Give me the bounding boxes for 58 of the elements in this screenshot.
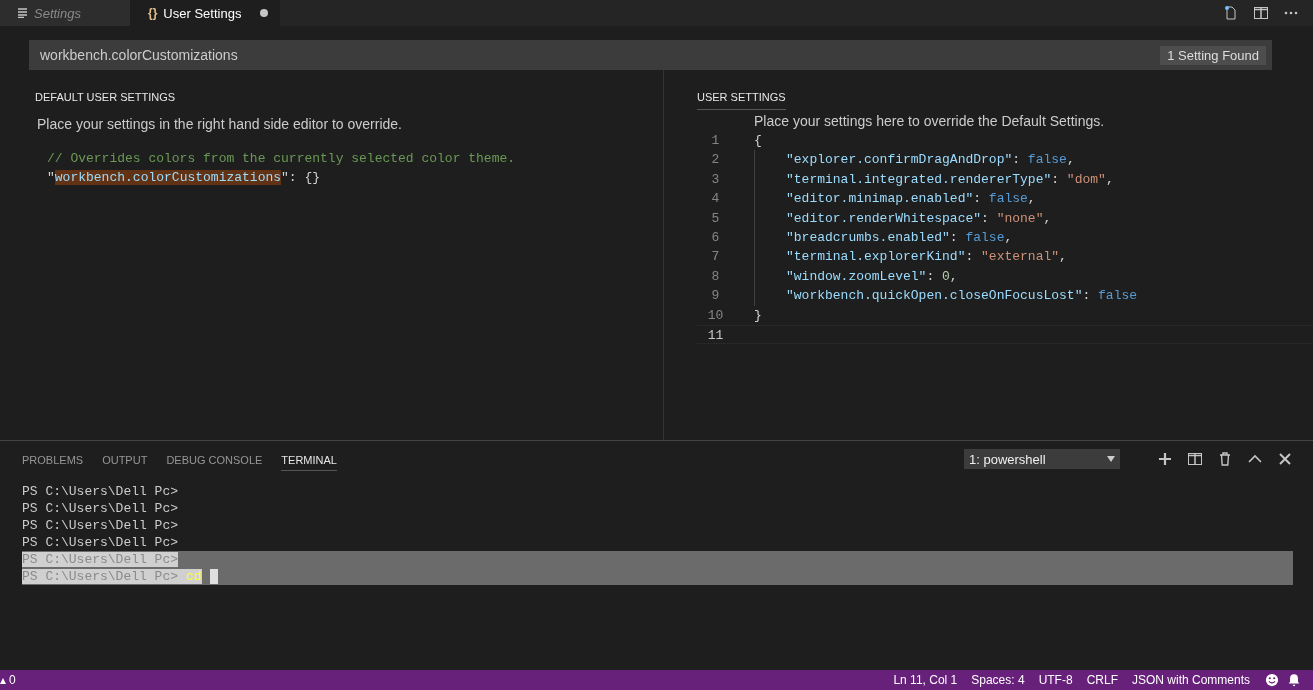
code-line: "editor.renderWhitespace": "none", [786, 210, 1052, 226]
terminal-select[interactable]: 1: powershell [964, 449, 1120, 469]
plus-icon[interactable] [1157, 451, 1173, 467]
code-line: "window.zoomLevel": 0, [786, 268, 958, 284]
pane-hint: Place your settings here to override the Default Settings. [753, 112, 1106, 131]
line-number: 7 [710, 248, 721, 267]
bell-icon[interactable] [1287, 673, 1301, 687]
code-line: // Overrides colors from the currently selected color theme. [47, 150, 516, 168]
line-number: 3 [710, 170, 721, 189]
pane-title: USER SETTINGS [697, 91, 786, 110]
line-number: 10 [706, 306, 725, 325]
split-editor-icon[interactable] [1253, 5, 1269, 21]
code-line: "terminal.integrated.rendererType": "dom", [786, 171, 1114, 187]
terminal-line: PS C:\Users\Dell Pc> [22, 535, 179, 550]
line-number: 1 [710, 132, 721, 150]
open-file-icon[interactable] [1223, 5, 1239, 21]
pane-title: DEFAULT USER SETTINGS [35, 91, 176, 105]
code-line: } [754, 307, 762, 323]
status-item[interactable]: UTF-8 [1031, 673, 1080, 687]
code-line: "editor.minimap.enabled": false, [786, 191, 1036, 207]
code-line: "explorer.confirmDragAndDrop": false, [786, 152, 1075, 168]
terminal-line: PS C:\Users\Dell Pc> [22, 518, 179, 533]
pane-hint: Place your settings in the right hand side editor to override. [36, 115, 403, 134]
status-item[interactable]: CRLF [1079, 673, 1125, 687]
line-number: 5 [710, 209, 721, 228]
terminal-line: PS C:\Users\Dell Pc> [22, 484, 179, 499]
panel-tab[interactable]: OUTPUT [102, 447, 148, 471]
status-item[interactable]: Spaces: 4 [964, 673, 1032, 687]
status-item[interactable]: Ln 11, Col 1 [886, 673, 965, 687]
warning-count[interactable]: 0 [6, 673, 23, 687]
editor-tab[interactable]: {} User Settings [130, 0, 280, 26]
line-number: 11 [706, 326, 725, 344]
code-line: "terminal.explorerKind": "external", [786, 249, 1067, 265]
dropdown-caret-icon [1107, 456, 1115, 462]
search-field[interactable]: workbench.colorCustomizations 1 Setting Found [29, 40, 1272, 70]
trash-icon[interactable] [1217, 451, 1233, 467]
smiley-icon[interactable] [1265, 673, 1279, 687]
code-line: "workbench.quickOpen.closeOnFocusLost": false [786, 288, 1138, 304]
line-number: 8 [710, 267, 721, 286]
code-line: "workbench.colorCustomizations": {} [47, 169, 321, 188]
list-icon [18, 8, 28, 18]
close-icon[interactable] [1277, 451, 1293, 467]
search-value: workbench.colorCustomizations [40, 47, 238, 63]
split-terminal-icon[interactable] [1187, 451, 1203, 467]
line-number: 2 [710, 151, 721, 170]
line-number: 6 [710, 228, 721, 247]
panel-tab[interactable]: TERMINAL [281, 447, 337, 471]
line-number: 9 [710, 287, 721, 306]
status-item[interactable]: JSON with Comments [1124, 673, 1257, 687]
code-line: "breadcrumbs.enabled": false, [786, 229, 1013, 245]
line-number: 4 [710, 190, 721, 209]
terminal-command: cd [178, 569, 202, 584]
editor-tab[interactable]: Settings [0, 0, 130, 26]
terminal-line: PS C:\Users\Dell Pc> [22, 501, 179, 516]
result-count: 1 Setting Found [1160, 45, 1266, 65]
panel-tab[interactable]: DEBUG CONSOLE [166, 447, 263, 471]
panel-tab[interactable]: PROBLEMS [22, 447, 84, 471]
code-line: { [754, 133, 762, 148]
